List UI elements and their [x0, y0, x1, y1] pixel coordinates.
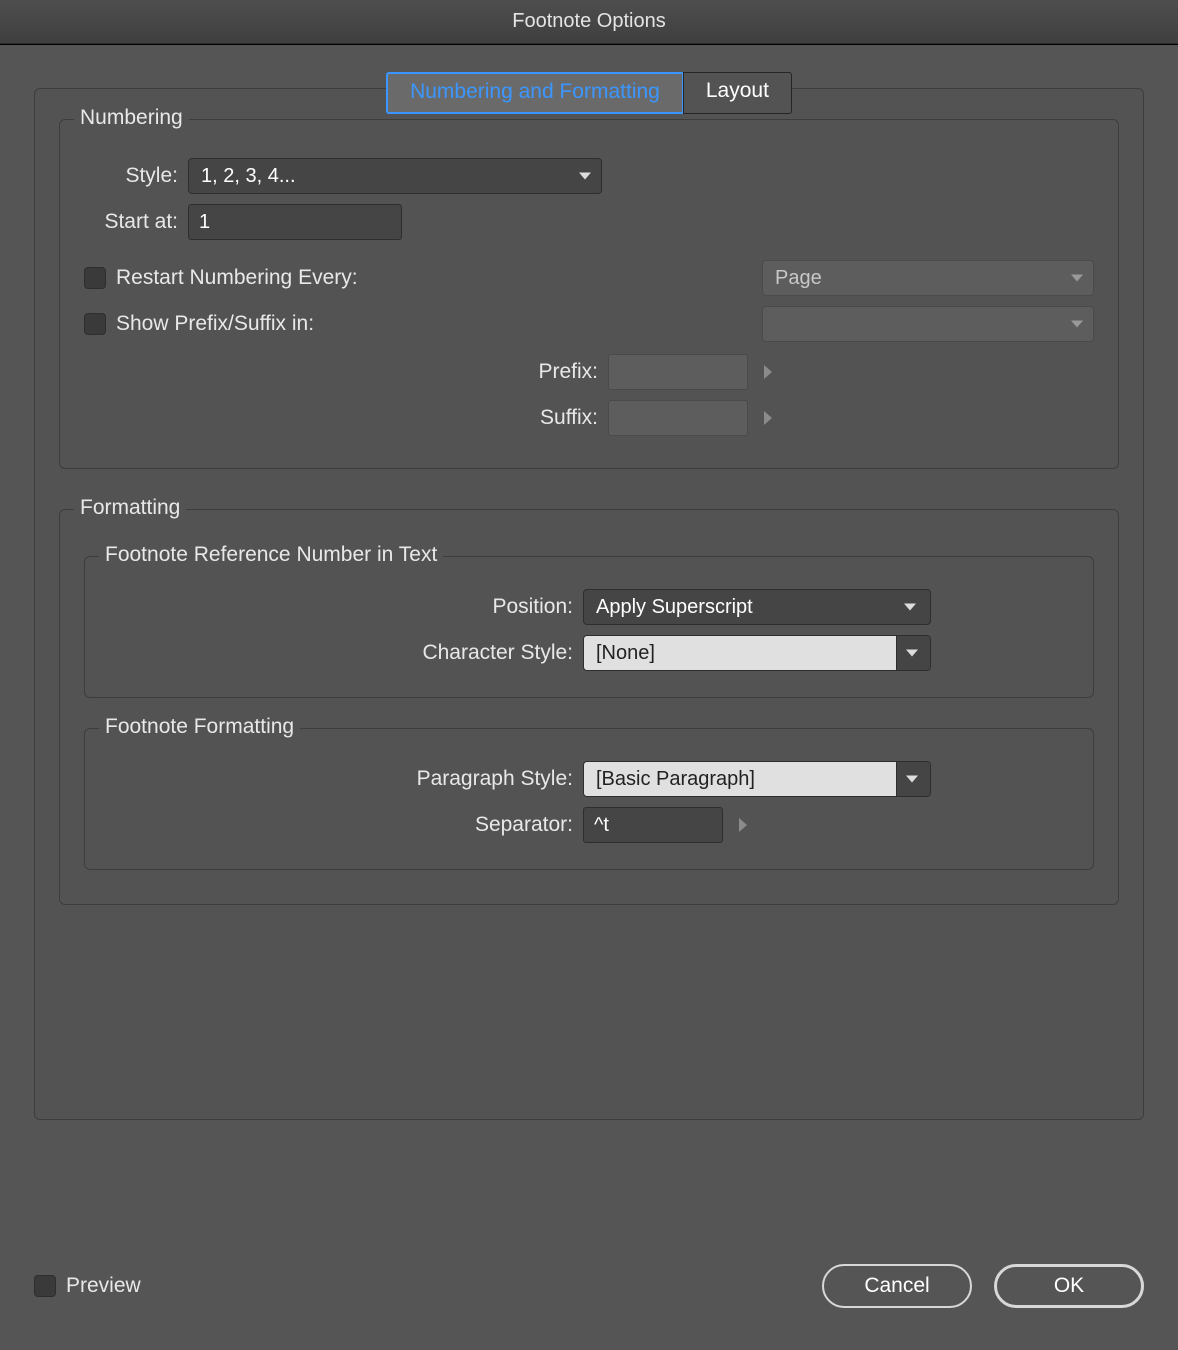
- formatting-group: Formatting Footnote Reference Number in …: [59, 509, 1119, 905]
- position-select[interactable]: Apply Superscript: [583, 589, 931, 625]
- prefix-label: Prefix:: [84, 360, 608, 384]
- numbering-group: Numbering Style: 1, 2, 3, 4... Start at:…: [59, 119, 1119, 469]
- separator-input[interactable]: ^t: [583, 807, 723, 843]
- tab-layout[interactable]: Layout: [683, 72, 792, 114]
- restart-numbering-select[interactable]: Page: [762, 260, 1094, 296]
- suffix-menu-icon[interactable]: [764, 411, 772, 425]
- options-panel: Numbering Style: 1, 2, 3, 4... Start at:…: [34, 88, 1144, 1120]
- restart-numbering-checkbox[interactable]: [84, 267, 106, 289]
- preview-label: Preview: [66, 1274, 141, 1298]
- character-style-select[interactable]: [None]: [583, 635, 931, 671]
- suffix-label: Suffix:: [84, 406, 608, 430]
- style-label: Style:: [84, 164, 188, 188]
- chevron-down-icon: [906, 650, 918, 657]
- character-style-value: [None]: [584, 636, 896, 670]
- chevron-down-icon: [906, 776, 918, 783]
- start-at-input[interactable]: 1: [188, 204, 402, 240]
- show-prefix-suffix-checkbox[interactable]: [84, 313, 106, 335]
- footnote-formatting-group: Footnote Formatting Paragraph Style: [Ba…: [84, 728, 1094, 870]
- prefix-menu-icon[interactable]: [764, 365, 772, 379]
- dialog-footer: Preview Cancel OK: [34, 1264, 1144, 1308]
- chevron-down-icon: [904, 604, 916, 611]
- show-prefix-suffix-label: Show Prefix/Suffix in:: [116, 312, 314, 336]
- formatting-legend: Formatting: [74, 496, 186, 520]
- paragraph-style-value: [Basic Paragraph]: [584, 762, 896, 796]
- reference-number-group: Footnote Reference Number in Text Positi…: [84, 556, 1094, 698]
- restart-numbering-value: Page: [775, 267, 822, 290]
- style-select[interactable]: 1, 2, 3, 4...: [188, 158, 602, 194]
- restart-numbering-label: Restart Numbering Every:: [116, 266, 358, 290]
- position-value: Apply Superscript: [584, 596, 930, 619]
- paragraph-style-label: Paragraph Style:: [105, 767, 583, 791]
- separator-label: Separator:: [105, 813, 583, 837]
- chevron-down-icon: [579, 173, 591, 180]
- style-value: 1, 2, 3, 4...: [201, 165, 296, 188]
- tab-numbering-formatting[interactable]: Numbering and Formatting: [386, 72, 684, 114]
- footnote-formatting-legend: Footnote Formatting: [99, 715, 300, 739]
- start-at-value: 1: [199, 211, 210, 234]
- reference-number-legend: Footnote Reference Number in Text: [99, 543, 443, 567]
- tab-bar: Numbering and Formatting Layout: [0, 72, 1178, 114]
- character-style-label: Character Style:: [105, 641, 583, 665]
- show-prefix-suffix-select[interactable]: [762, 306, 1094, 342]
- preview-checkbox[interactable]: [34, 1275, 56, 1297]
- dialog-title: Footnote Options: [0, 0, 1178, 44]
- chevron-down-icon: [1071, 321, 1083, 328]
- separator-menu-icon[interactable]: [739, 818, 747, 832]
- cancel-button[interactable]: Cancel: [822, 1264, 972, 1308]
- start-at-label: Start at:: [84, 210, 188, 234]
- suffix-input[interactable]: [608, 400, 748, 436]
- paragraph-style-select[interactable]: [Basic Paragraph]: [583, 761, 931, 797]
- chevron-down-icon: [1071, 275, 1083, 282]
- ok-button[interactable]: OK: [994, 1264, 1144, 1308]
- position-label: Position:: [105, 595, 583, 619]
- prefix-input[interactable]: [608, 354, 748, 390]
- separator-value: ^t: [594, 814, 609, 837]
